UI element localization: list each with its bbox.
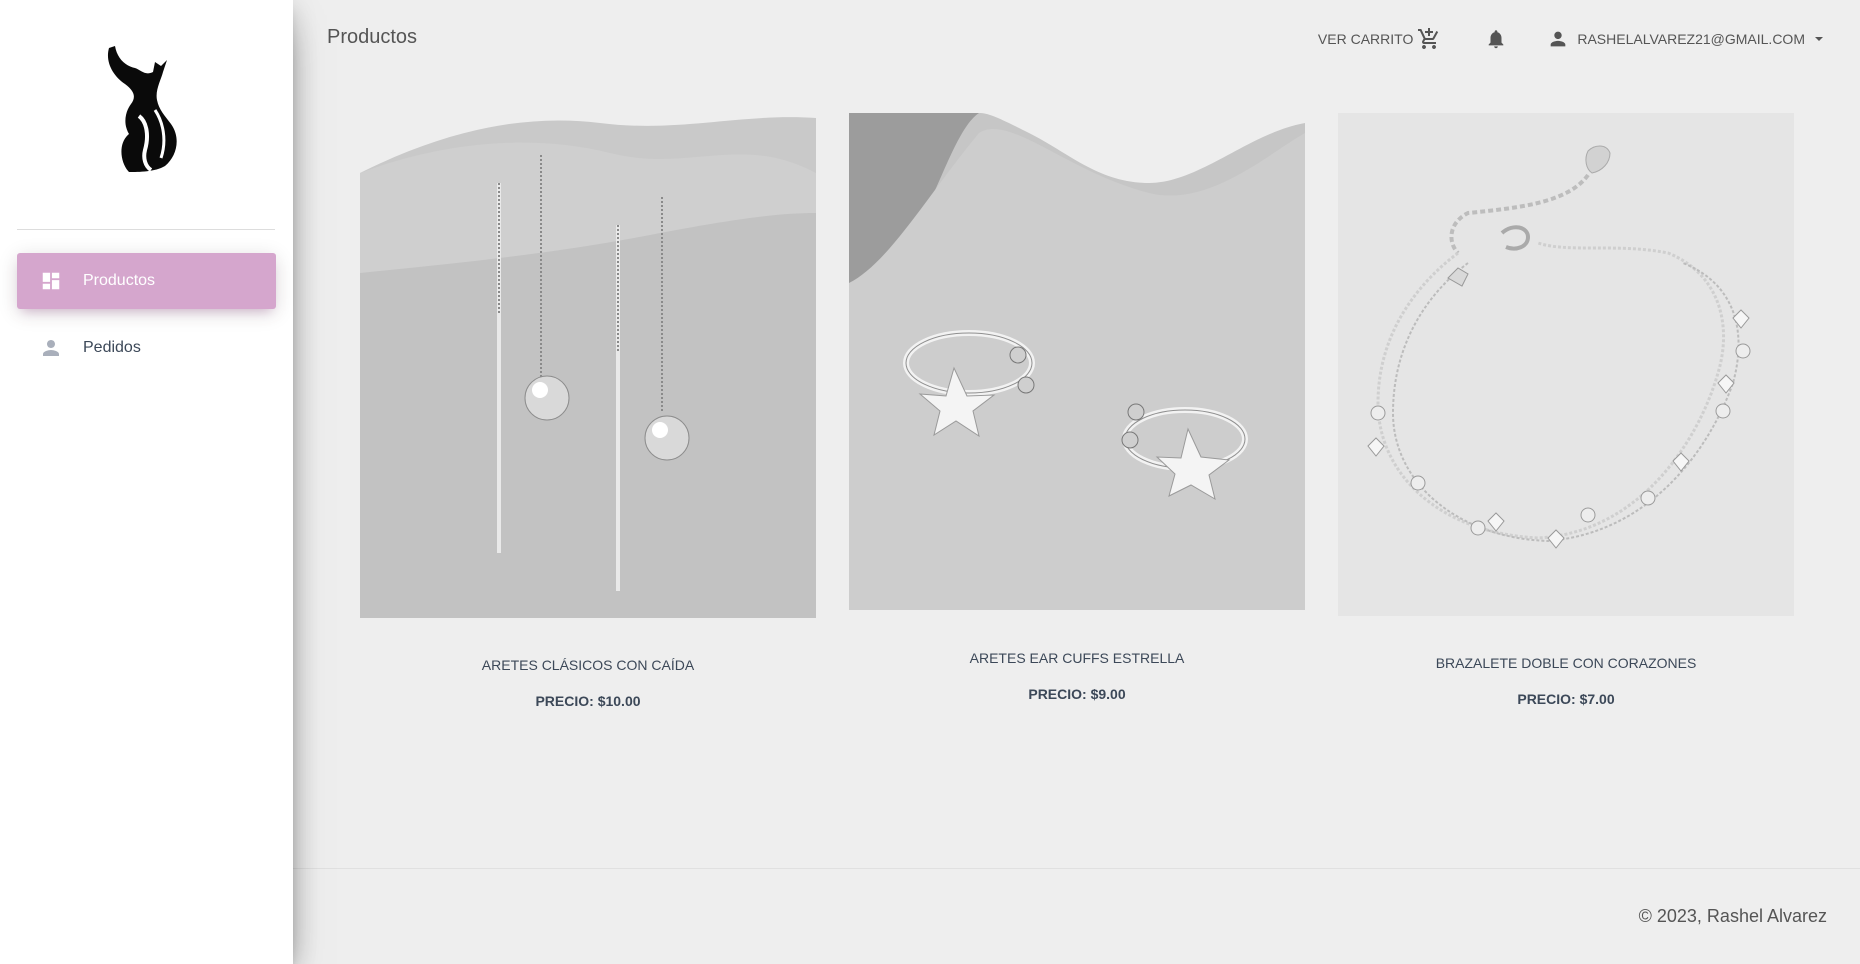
top-navbar: Productos VER CARRITO RASHELALVAREZ21@GM… <box>293 0 1860 78</box>
sidebar: Productos Pedidos <box>0 0 293 964</box>
product-card[interactable]: ARETES EAR CUFFS ESTRELLA PRECIO: $9.00 <box>849 113 1305 702</box>
page-title: Productos <box>327 26 418 48</box>
product-image[interactable] <box>360 113 816 618</box>
product-card[interactable]: BRAZALETE DOBLE CON CORAZONES PRECIO: $7… <box>1338 113 1794 707</box>
sidebar-item-label: Pedidos <box>83 339 141 356</box>
product-price: PRECIO: $10.00 <box>535 693 641 709</box>
navbar-actions: VER CARRITO RASHELALVAREZ21@GMAIL.COM <box>1318 26 1860 52</box>
product-card[interactable]: ARETES CLÁSICOS CON CAÍDA PRECIO: $10.00 <box>360 113 816 709</box>
view-cart-label: VER CARRITO <box>1317 31 1414 47</box>
sidebar-item-productos[interactable]: Productos <box>17 253 276 309</box>
sidebar-item-label: Productos <box>83 272 156 289</box>
bell-icon <box>1489 30 1504 49</box>
user-menu-button[interactable]: RASHELALVAREZ21@GMAIL.COM <box>1547 28 1825 50</box>
chevron-down-icon <box>1815 37 1823 41</box>
dashboard-icon <box>39 269 63 293</box>
product-name: ARETES CLÁSICOS CON CAÍDA <box>481 657 695 673</box>
footer: © 2023, Rashel Alvarez <box>293 868 1860 964</box>
product-name: ARETES EAR CUFFS ESTRELLA <box>969 650 1185 666</box>
person-icon <box>1551 31 1566 47</box>
copyright: © 2023, Rashel Alvarez <box>1638 906 1827 926</box>
add-shopping-cart-icon <box>1418 28 1439 49</box>
product-image[interactable] <box>1338 113 1794 616</box>
product-image[interactable] <box>849 113 1305 610</box>
sidebar-divider <box>17 229 275 230</box>
product-price: PRECIO: $7.00 <box>1517 691 1615 707</box>
user-email: RASHELALVAREZ21@GMAIL.COM <box>1577 31 1805 47</box>
product-name: BRAZALETE DOBLE CON CORAZONES <box>1435 655 1697 671</box>
sidebar-item-pedidos[interactable]: Pedidos <box>17 320 276 376</box>
person-icon <box>39 336 63 360</box>
product-price: PRECIO: $9.00 <box>1028 686 1126 702</box>
cat-logo[interactable] <box>95 40 195 180</box>
notifications-button[interactable] <box>1485 28 1507 50</box>
view-cart-button[interactable]: VER CARRITO <box>1318 27 1441 51</box>
